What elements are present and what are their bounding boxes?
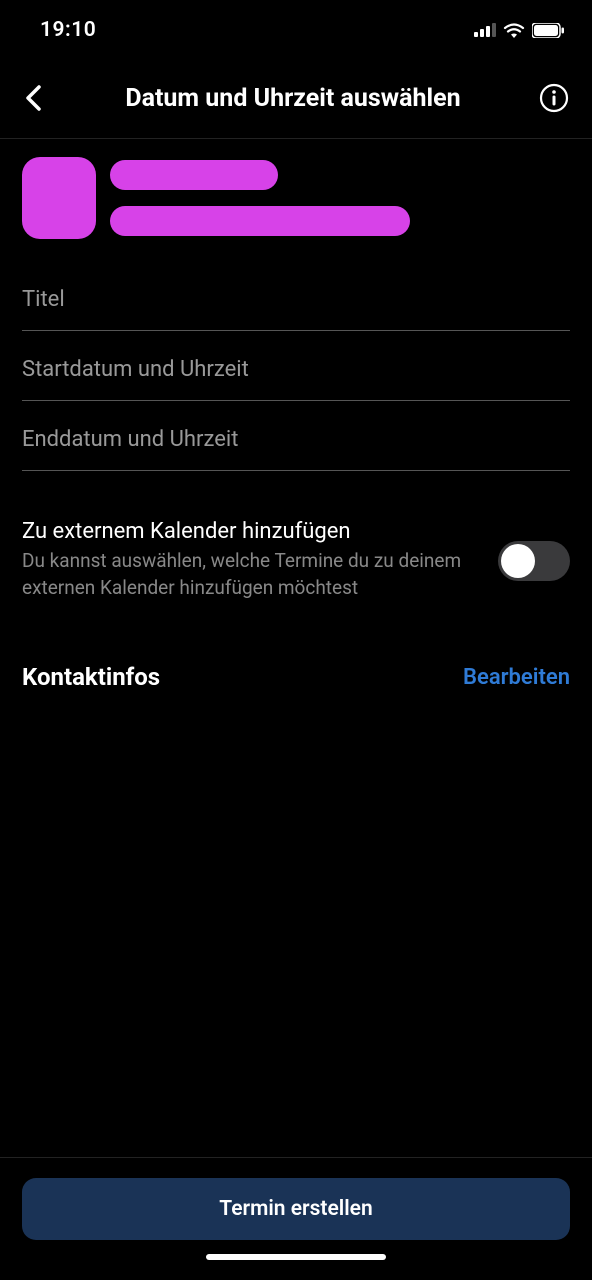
contact-info-section: Kontaktinfos Bearbeiten — [22, 601, 570, 691]
cellular-icon — [474, 23, 496, 37]
header: Datum und Uhrzeit auswählen — [0, 54, 592, 139]
create-appointment-button[interactable]: Termin erstellen — [22, 1178, 570, 1240]
chevron-left-icon — [25, 85, 41, 111]
info-button[interactable] — [538, 82, 570, 114]
end-datetime-label: Enddatum und Uhrzeit — [22, 427, 570, 452]
footer: Termin erstellen — [0, 1157, 592, 1280]
title-field[interactable]: Titel — [22, 261, 570, 331]
avatar-redacted — [22, 157, 96, 239]
toggle-knob — [501, 544, 535, 578]
external-calendar-toggle[interactable] — [498, 541, 570, 581]
profile-block — [22, 151, 570, 261]
external-calendar-section: Zu externem Kalender hinzufügen Du kanns… — [22, 471, 570, 601]
back-button[interactable] — [18, 83, 48, 113]
end-datetime-field[interactable]: Enddatum und Uhrzeit — [22, 401, 570, 471]
start-datetime-field[interactable]: Startdatum und Uhrzeit — [22, 331, 570, 401]
wifi-icon — [503, 22, 525, 38]
external-calendar-title: Zu externem Kalender hinzufügen — [22, 519, 482, 544]
status-icons — [474, 22, 564, 38]
external-calendar-description: Du kannst auswählen, welche Termine du z… — [22, 548, 482, 601]
profile-detail-redacted — [110, 206, 410, 236]
page-title: Datum und Uhrzeit auswählen — [48, 84, 538, 113]
status-time: 19:10 — [40, 18, 96, 42]
battery-icon — [532, 23, 564, 38]
info-icon — [539, 83, 569, 113]
status-bar: 19:10 — [0, 0, 592, 54]
contact-info-title: Kontaktinfos — [22, 663, 160, 691]
profile-name-redacted — [110, 160, 278, 190]
start-datetime-label: Startdatum und Uhrzeit — [22, 357, 570, 382]
home-indicator[interactable] — [206, 1254, 386, 1260]
title-label: Titel — [22, 287, 570, 312]
edit-contact-button[interactable]: Bearbeiten — [463, 665, 570, 690]
